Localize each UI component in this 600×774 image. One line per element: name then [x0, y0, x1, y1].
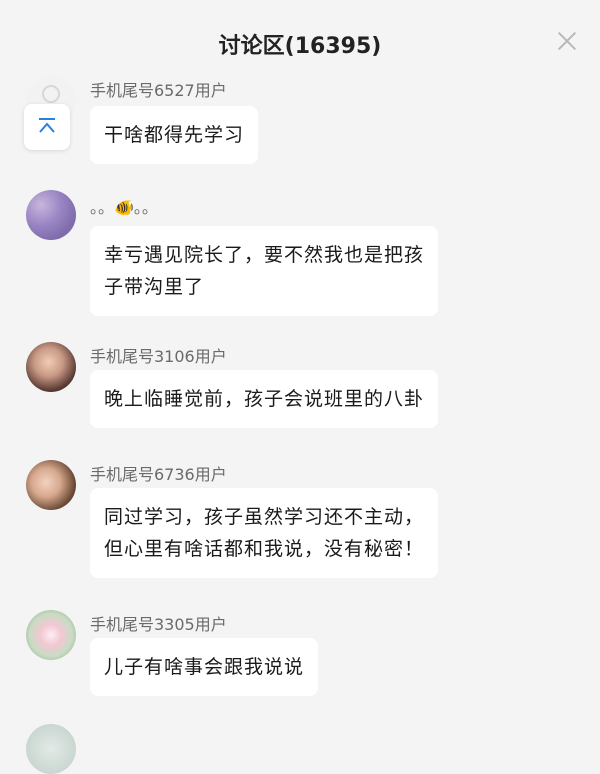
avatar[interactable] [26, 460, 76, 510]
close-icon[interactable] [556, 30, 578, 52]
avatar[interactable] [26, 342, 76, 392]
comment-text-line: 但心里有啥话都和我说，没有秘密！ [104, 538, 425, 560]
comment-item: 。。🐠。。 幸亏遇见院长了，要不然我也是把孩 子带沟里了 [0, 190, 600, 320]
comment-bubble: 同过学习，孩子虽然学习还不主动， 但心里有啥话都和我说，没有秘密！ [90, 488, 439, 578]
comment-item: 手机尾号6736用户 同过学习，孩子虽然学习还不主动， 但心里有啥话都和我说，没… [0, 460, 600, 590]
page-title: 讨论区(16395) [218, 34, 382, 59]
comment-text-line: 同过学习，孩子虽然学习还不主动， [104, 506, 425, 528]
comment-text-line: 晚上临睡觉前，孩子会说班里的八卦 [104, 388, 425, 410]
comment-username: 。。🐠。。 [90, 198, 158, 217]
arrow-up-to-top-icon [39, 118, 55, 133]
avatar[interactable] [26, 610, 76, 660]
comment-text-line: 儿子有啥事会跟我说说 [104, 656, 305, 678]
comment-username: 手机尾号6527用户 [90, 81, 227, 100]
avatar[interactable] [26, 190, 76, 240]
comment-username: 手机尾号3106用户 [90, 347, 227, 366]
comment-bubble: 晚上临睡觉前，孩子会说班里的八卦 [90, 370, 439, 428]
comment-username: 手机尾号6736用户 [90, 465, 227, 484]
comment-bubble: 干啥都得先学习 [90, 106, 259, 164]
header: 讨论区(16395) [0, 0, 600, 88]
avatar[interactable] [26, 724, 76, 774]
comment-item: 手机尾号3305用户 儿子有啥事会跟我说说 [0, 610, 600, 710]
comment-text-line: 幸亏遇见院长了，要不然我也是把孩 [104, 244, 425, 266]
comment-bubble: 幸亏遇见院长了，要不然我也是把孩 子带沟里了 [90, 226, 439, 316]
comment-bubble: 儿子有啥事会跟我说说 [90, 638, 319, 696]
comment-username: 手机尾号3305用户 [90, 615, 227, 634]
comment-item: 手机尾号3106用户 晚上临睡觉前，孩子会说班里的八卦 [0, 342, 600, 442]
comment-text-line: 子带沟里了 [104, 276, 205, 298]
scroll-to-top-button[interactable] [24, 104, 70, 150]
comment-text-line: 干啥都得先学习 [104, 124, 245, 146]
comment-item: 手机尾号6527用户 干啥都得先学习 [0, 76, 600, 176]
